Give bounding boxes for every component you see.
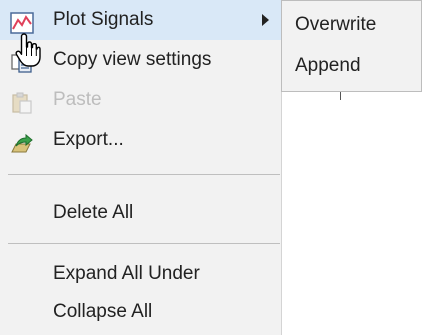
submenu-item-label: Append [295, 55, 361, 76]
screen: Plot Signals Copy view settings Paste Ex… [0, 0, 422, 335]
plot-signals-submenu: Overwrite Append [281, 0, 422, 92]
menu-item-plot-signals[interactable]: Plot Signals [0, 0, 282, 40]
plot-signals-icon [10, 9, 34, 34]
menu-item-label: Delete All [53, 202, 134, 223]
submenu-item-overwrite[interactable]: Overwrite [282, 5, 421, 45]
submenu-item-label: Overwrite [295, 14, 377, 35]
menu-item-expand-all-under[interactable]: Expand All Under [0, 254, 282, 294]
hand-pointer-icon [15, 32, 41, 68]
background-tick-mark [340, 92, 341, 100]
submenu-arrow-icon [262, 14, 269, 26]
menu-item-label: Export... [53, 129, 124, 150]
paste-icon [10, 89, 34, 114]
menu-item-label: Paste [53, 89, 102, 110]
menu-item-label: Copy view settings [53, 49, 212, 70]
menu-separator [8, 174, 280, 175]
export-icon [10, 129, 34, 153]
menu-item-copy-view-settings[interactable]: Copy view settings [0, 40, 282, 80]
submenu-item-append[interactable]: Append [282, 46, 421, 86]
menu-item-collapse-all[interactable]: Collapse All [0, 292, 282, 332]
context-menu: Plot Signals Copy view settings Paste Ex… [0, 0, 282, 335]
menu-item-label: Expand All Under [53, 263, 200, 284]
menu-item-paste[interactable]: Paste [0, 80, 282, 120]
menu-item-label: Plot Signals [53, 9, 154, 30]
menu-separator [8, 243, 280, 244]
menu-item-label: Collapse All [53, 301, 153, 322]
menu-item-delete-all[interactable]: Delete All [0, 193, 282, 233]
menu-item-export[interactable]: Export... [0, 120, 282, 160]
